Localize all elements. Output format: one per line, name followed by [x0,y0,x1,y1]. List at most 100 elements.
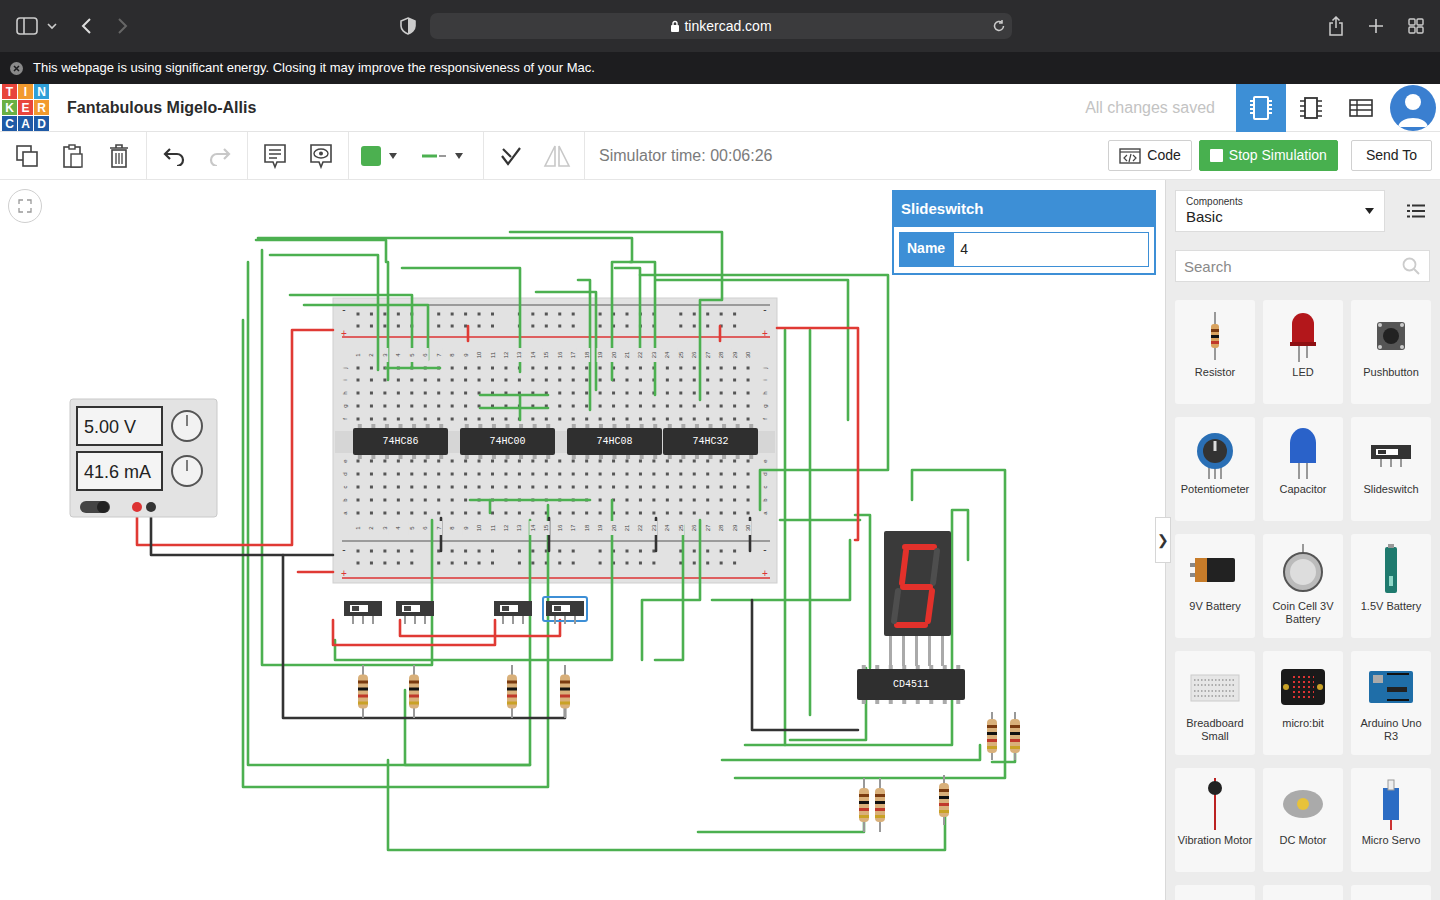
component-card[interactable]: Arduino Uno R3 [1351,651,1431,755]
row-letter: g [762,404,768,407]
hole [572,313,575,316]
component-card[interactable]: Slideswitch [1351,417,1431,521]
hole [733,405,736,408]
user-avatar[interactable] [1390,85,1436,131]
collapse-panel-button[interactable]: ❯ [1155,517,1171,563]
stop-simulation-button[interactable]: Stop Simulation [1199,140,1338,171]
component-card[interactable]: Vibration Motor [1175,768,1255,872]
hole [357,512,360,515]
hole [518,550,521,553]
view-button[interactable] [1236,84,1286,132]
view-button[interactable] [1286,84,1336,132]
back-arrow-icon[interactable] [80,17,94,35]
hole [585,405,588,408]
hole [357,313,360,316]
component-card[interactable] [1351,885,1431,900]
address-bar[interactable]: tinkercad.com [430,13,1012,39]
component-card[interactable]: Micro Servo [1351,768,1431,872]
ic-chip[interactable]: 74HC32 [663,424,758,459]
power-toggle[interactable] [80,501,110,513]
label-ground [355,348,362,362]
column-number: 2 [368,526,374,530]
resistor [409,665,419,718]
component-card[interactable]: Capacitor [1263,417,1343,521]
knob[interactable] [172,456,202,486]
circuit-canvas[interactable]: 1122334455667788991010111112121313141415… [0,180,1165,900]
label-ground [677,521,684,535]
component-card[interactable]: Breadboard Small [1175,651,1255,755]
component-card[interactable]: Pushbutton [1351,300,1431,404]
knob[interactable] [172,411,202,441]
hole [531,512,534,515]
note-eye-icon [309,143,333,169]
name-field[interactable]: 4 [953,232,1149,267]
ic-chip[interactable]: 74HC00 [460,424,555,459]
chevron-down-icon[interactable] [46,21,58,31]
component-card[interactable]: micro:bit [1263,651,1343,755]
undo-button[interactable] [151,132,197,180]
copy-button[interactable] [4,132,50,180]
components-header: Components Basic [1175,190,1430,232]
chip-pin [426,424,430,428]
slide-switch[interactable] [344,601,382,624]
label-ground [395,348,402,362]
slide-switch[interactable] [543,597,587,624]
delete-button[interactable] [96,132,142,180]
rail-sign: + [762,568,768,579]
search-input[interactable] [1175,250,1430,282]
paste-button[interactable] [50,132,96,180]
ic-chip[interactable]: CD4511 [857,665,965,704]
display-pin [902,636,905,666]
send-to-button[interactable]: Send To [1351,140,1432,171]
ic-chip[interactable]: 74HC08 [567,424,662,459]
hole [585,392,588,395]
shield-icon[interactable] [400,17,416,35]
tab-overview-icon[interactable] [1408,18,1424,34]
close-icon[interactable] [10,62,23,75]
hole [706,512,709,515]
label-ground [637,521,644,535]
hole [410,418,413,421]
wire-type-picker[interactable] [405,132,479,180]
slide-switch[interactable] [494,601,532,624]
wire-color-picker[interactable] [353,132,405,180]
notes-visibility-button[interactable] [298,132,344,180]
category-dropdown[interactable]: Components Basic [1175,190,1385,232]
component-card[interactable]: Potentiometer [1175,417,1255,521]
switch-body [396,601,434,616]
notes-button[interactable] [252,132,298,180]
label-ground [529,348,536,362]
hole [733,418,736,421]
list-view-icon[interactable] [1407,204,1425,218]
fit-view-button[interactable] [8,189,42,223]
slide-switch[interactable] [396,601,434,624]
component-card[interactable] [1263,885,1343,900]
reload-icon[interactable] [992,19,1006,33]
component-label: Potentiometer [1179,483,1251,496]
component-card[interactable]: LED [1263,300,1343,404]
rotate-button[interactable] [488,132,534,180]
project-title[interactable]: Fantabulous Migelo-Allis [67,96,256,120]
wires [137,232,1015,850]
component-card[interactable] [1175,885,1255,900]
sidebar-icon[interactable] [16,17,38,35]
hole [437,325,440,328]
component-card[interactable]: Coin Cell 3V Battery [1263,534,1343,638]
hole [666,392,669,395]
component-card[interactable]: 1.5V Battery [1351,534,1431,638]
component-card[interactable]: 9V Battery [1175,534,1255,638]
share-icon[interactable] [1328,16,1344,36]
code-button[interactable]: Code [1108,140,1191,171]
row-letter: g [342,404,348,407]
hole [599,392,602,395]
wire [809,330,812,715]
ic-chip[interactable]: 74HC86 [353,424,448,459]
component-card[interactable]: DC Motor [1263,768,1343,872]
view-button[interactable] [1336,84,1386,132]
hole [424,512,427,515]
new-tab-icon[interactable] [1368,18,1384,34]
tinkercad-logo[interactable]: TINKERCAD [2,84,49,131]
chip-pin [889,700,893,704]
hole [558,379,561,382]
component-card[interactable]: Resistor [1175,300,1255,404]
